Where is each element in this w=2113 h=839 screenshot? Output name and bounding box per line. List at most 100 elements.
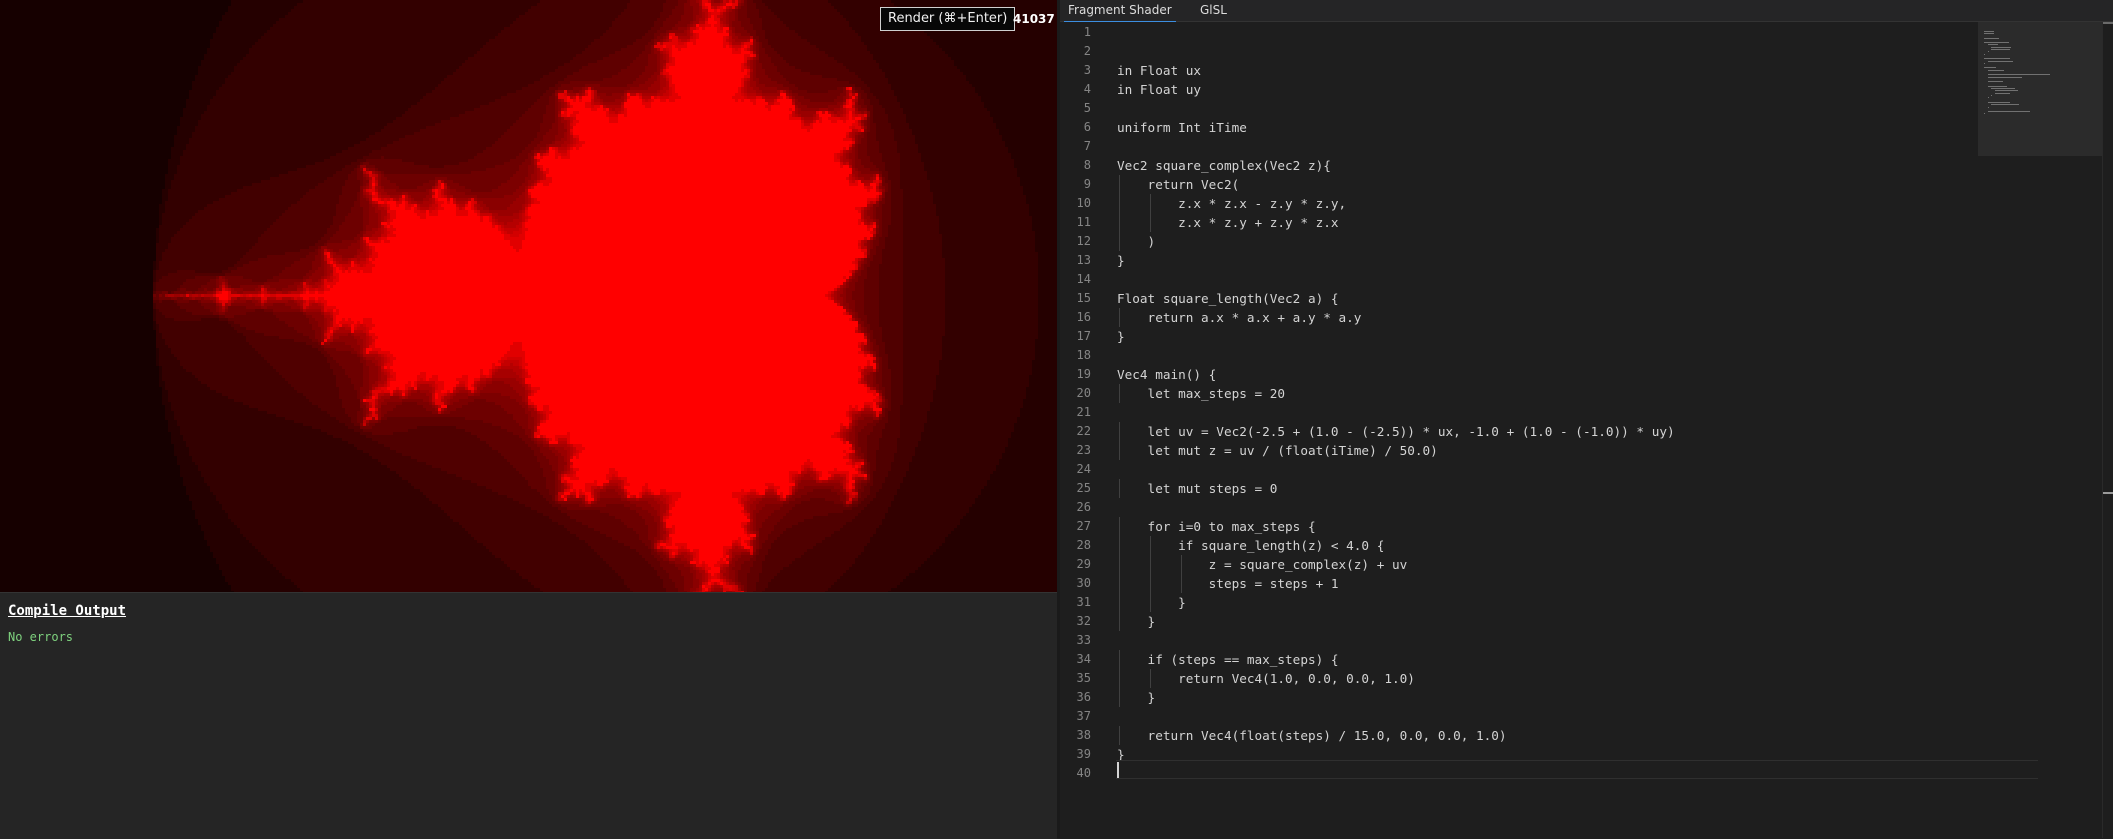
minimap-line	[1988, 51, 1989, 52]
indent-guide	[1150, 555, 1151, 574]
editor-tab-bar: Fragment Shader GlSL	[1060, 0, 2113, 22]
code-line[interactable]: )	[1117, 232, 1155, 251]
minimap-line	[1991, 47, 2011, 48]
text-cursor	[1117, 762, 1119, 778]
indent-guide	[1119, 517, 1120, 536]
code-line[interactable]: }	[1117, 593, 1186, 612]
active-line-highlight	[1116, 760, 2038, 779]
line-number: 33	[1060, 631, 1091, 650]
code-line[interactable]: }	[1117, 327, 1125, 346]
minimap-line	[1988, 70, 2004, 71]
line-number: 36	[1060, 688, 1091, 707]
indent-guide	[1119, 479, 1120, 498]
scrollbar-thumb-top	[2103, 22, 2113, 24]
line-number: 25	[1060, 479, 1091, 498]
code-line[interactable]: z = square_complex(z) + uv	[1117, 555, 1407, 574]
indent-guide	[1119, 213, 1120, 232]
code-line[interactable]: let uv = Vec2(-2.5 + (1.0 - (-2.5)) * ux…	[1117, 422, 1675, 441]
line-number: 9	[1060, 175, 1091, 194]
indent-guide	[1119, 669, 1120, 688]
indent-guide	[1119, 612, 1120, 631]
line-number: 31	[1060, 593, 1091, 612]
minimap-line	[1984, 63, 1985, 64]
code-line[interactable]: Vec2 square_complex(Vec2 z){	[1117, 156, 1331, 175]
code-line[interactable]: Float square_length(Vec2 a) {	[1117, 289, 1339, 308]
code-line[interactable]: if (steps == max_steps) {	[1117, 650, 1339, 669]
indent-guide	[1150, 574, 1151, 593]
code-line[interactable]: in Float ux	[1117, 61, 1201, 80]
line-number: 38	[1060, 726, 1091, 745]
indent-guide	[1119, 194, 1120, 213]
tab-fragment-shader[interactable]: Fragment Shader	[1064, 0, 1176, 23]
minimap-line	[1991, 95, 1992, 96]
indent-guide	[1119, 688, 1120, 707]
minimap-line	[1984, 31, 1994, 32]
indent-guide	[1150, 213, 1151, 232]
line-number: 32	[1060, 612, 1091, 631]
line-number: 23	[1060, 441, 1091, 460]
indent-guide	[1181, 574, 1182, 593]
minimap-line	[1984, 33, 1994, 34]
indent-guide	[1150, 593, 1151, 612]
minimap-line	[1984, 54, 1985, 55]
code-line[interactable]: in Float uy	[1117, 80, 1201, 99]
line-number: 1	[1060, 23, 1091, 42]
compile-status: No errors	[8, 630, 73, 644]
line-number: 5	[1060, 99, 1091, 118]
indent-guide	[1119, 574, 1120, 593]
indent-guide	[1119, 175, 1120, 194]
line-number: 16	[1060, 308, 1091, 327]
line-number: 30	[1060, 574, 1091, 593]
indent-guide	[1119, 555, 1120, 574]
code-line[interactable]: }	[1117, 688, 1155, 707]
line-number: 19	[1060, 365, 1091, 384]
minimap-line	[1988, 81, 2003, 82]
line-number: 10	[1060, 194, 1091, 213]
code-line[interactable]: let max_steps = 20	[1117, 384, 1285, 403]
indent-guide	[1119, 441, 1120, 460]
code-line[interactable]: z.x * z.x - z.y * z.y,	[1117, 194, 1346, 213]
minimap-line	[1988, 61, 2013, 62]
code-line[interactable]: uniform Int iTime	[1117, 118, 1247, 137]
line-number: 27	[1060, 517, 1091, 536]
minimap-line	[1988, 102, 2011, 103]
minimap-line	[1988, 44, 1999, 45]
minimap-line	[1988, 111, 2030, 112]
indent-guide	[1119, 650, 1120, 669]
code-line[interactable]: return Vec2(	[1117, 175, 1239, 194]
code-line[interactable]: return Vec4(float(steps) / 15.0, 0.0, 0.…	[1117, 726, 1507, 745]
indent-guide	[1119, 593, 1120, 612]
line-number: 40	[1060, 764, 1091, 783]
line-number: 26	[1060, 498, 1091, 517]
code-line[interactable]: let mut z = uv / (float(iTime) / 50.0)	[1117, 441, 1438, 460]
line-number: 13	[1060, 251, 1091, 270]
frame-counter: 41037	[1013, 12, 1055, 26]
indent-guide	[1119, 536, 1120, 555]
line-number: 14	[1060, 270, 1091, 289]
code-line[interactable]: }	[1117, 251, 1125, 270]
minimap-line	[1988, 97, 1989, 98]
code-line[interactable]: if square_length(z) < 4.0 {	[1117, 536, 1384, 555]
code-minimap[interactable]	[1978, 22, 2102, 156]
editor-scrollbar[interactable]	[2102, 22, 2113, 838]
minimap-line	[1988, 77, 2022, 78]
code-line[interactable]: return a.x * a.x + a.y * a.y	[1117, 308, 1361, 327]
line-number: 29	[1060, 555, 1091, 574]
line-number: 28	[1060, 536, 1091, 555]
code-line[interactable]: Vec4 main() {	[1117, 365, 1216, 384]
tab-glsl[interactable]: GlSL	[1196, 0, 1231, 21]
line-number: 24	[1060, 460, 1091, 479]
minimap-line	[1991, 49, 2010, 50]
code-line[interactable]: let mut steps = 0	[1117, 479, 1277, 498]
indent-guide	[1150, 669, 1151, 688]
minimap-line	[1988, 74, 2050, 75]
code-line[interactable]: for i=0 to max_steps {	[1117, 517, 1316, 536]
code-line[interactable]: }	[1117, 612, 1155, 631]
render-button[interactable]: Render (⌘+Enter)	[880, 7, 1015, 31]
minimap-line	[1995, 93, 2010, 94]
indent-guide	[1150, 194, 1151, 213]
code-line[interactable]: return Vec4(1.0, 0.0, 0.0, 1.0)	[1117, 669, 1415, 688]
code-editor[interactable]: 1234567891011121314151617181920212223242…	[1060, 22, 2113, 838]
minimap-line	[1988, 107, 1989, 108]
line-number: 7	[1060, 137, 1091, 156]
